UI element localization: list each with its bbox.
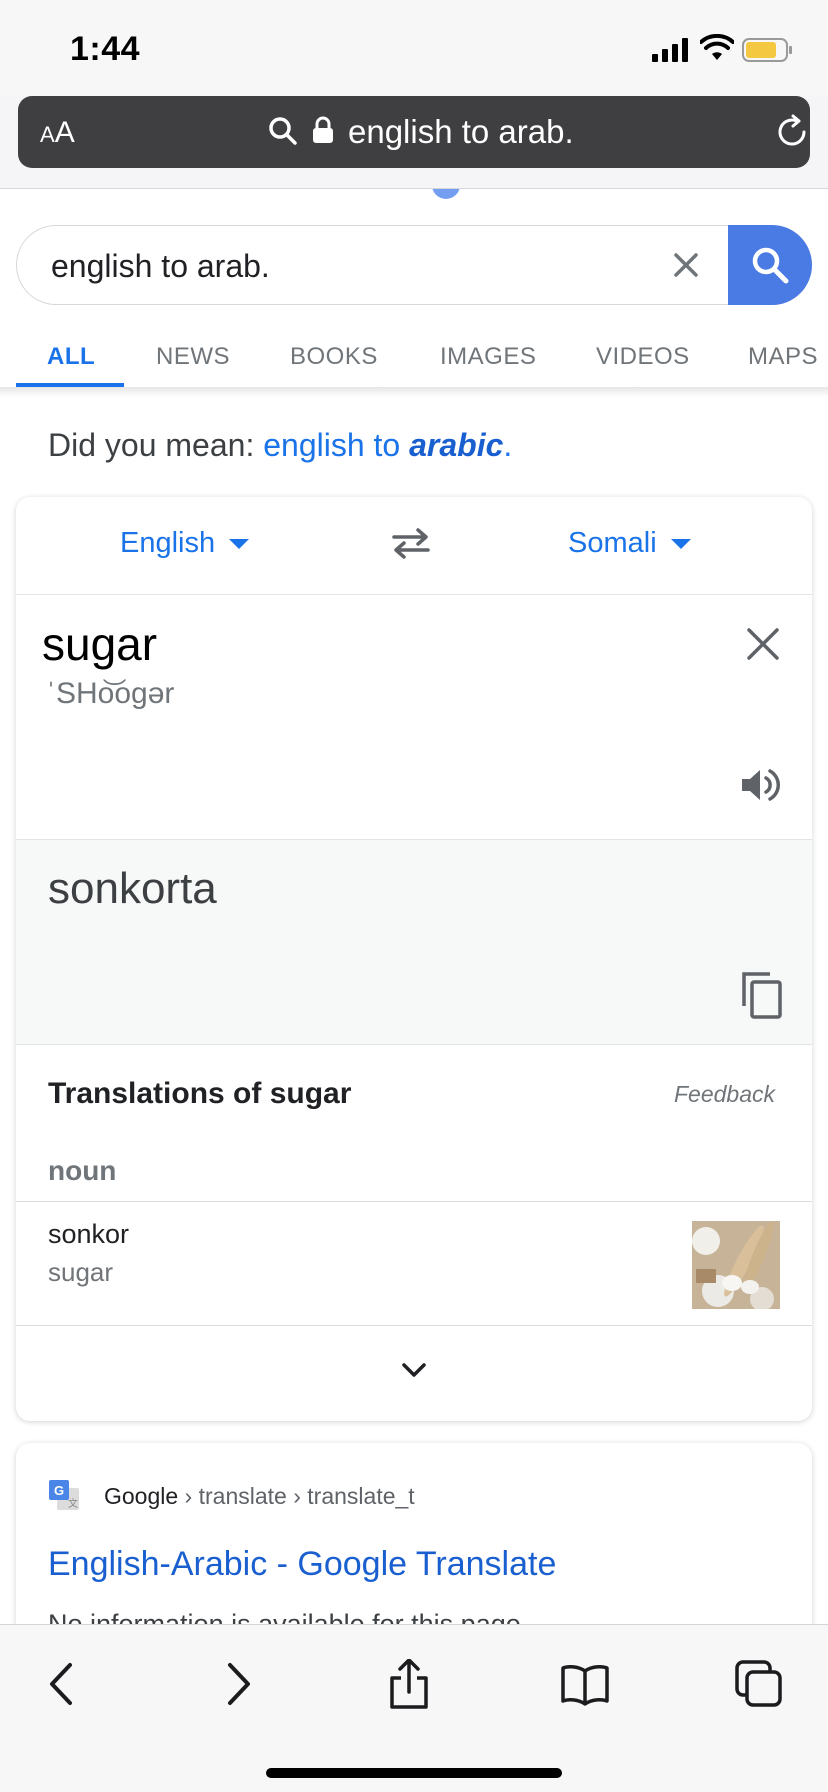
swap-icon[interactable] [390,527,432,559]
search-result-card: G 文 Google › translate › translate_t Eng… [16,1443,812,1624]
breadcrumb-site: Google [104,1483,179,1509]
translation-entry-word: sonkor [48,1219,130,1249]
google-translate-icon: G 文 [49,1480,79,1510]
search-icon [269,117,297,145]
target-language-select[interactable]: Somali [568,527,691,560]
bookmarks-icon[interactable] [560,1659,610,1709]
did-you-mean-link[interactable]: english to arabic. [263,427,512,463]
svg-text:文: 文 [68,1497,78,1510]
source-language-label: English [120,527,216,559]
tab-books[interactable]: BOOKS [290,343,378,371]
back-icon[interactable] [38,1659,88,1709]
home-indicator [266,1768,562,1778]
translations-heading: Translations of sugar [48,1077,351,1111]
divider [16,1325,812,1326]
speaker-icon[interactable] [740,765,784,805]
tab-all[interactable]: ALL [47,343,95,371]
feedback-link[interactable]: Feedback [674,1081,775,1108]
browser-toolbar [0,1624,828,1792]
sugar-image [692,1221,780,1309]
status-time: 1:44 [70,30,141,68]
breadcrumb-path1: translate [198,1483,287,1509]
wifi-icon [700,34,734,60]
source-language-select[interactable]: English [120,527,250,560]
cellular-signal-icon [652,38,688,62]
status-bar: 1:44 [0,0,828,96]
translated-word: sonkorta [48,864,217,913]
part-of-speech: noun [48,1155,117,1186]
share-icon[interactable] [384,1659,434,1709]
url-text[interactable]: english to arab. [348,113,574,151]
reload-icon[interactable] [774,114,810,150]
search-tabs: ALL NEWS BOOKS IMAGES VIDEOS MAPS [0,319,828,387]
did-you-mean-prefix: Did you mean: [48,427,264,463]
language-row: English Somali [16,497,812,595]
close-icon[interactable] [746,627,780,661]
tab-shadow [0,387,828,397]
breadcrumb: Google › translate › translate_t [104,1483,415,1510]
breadcrumb-sep: › [178,1483,199,1509]
scroll-indicator [432,189,460,199]
search-results-page: english to arab. ALL NEWS BOOKS IMAGES V… [0,189,828,1624]
svg-text:G: G [54,1483,64,1498]
tabs-icon[interactable] [734,1659,784,1709]
chevron-down-icon[interactable] [398,1359,430,1381]
copy-icon[interactable] [740,970,784,1020]
lock-icon [313,116,333,143]
tab-images[interactable]: IMAGES [440,343,536,371]
divider [16,1201,812,1202]
source-text-panel: sugar ˈSHo͝ogər [16,595,812,839]
aa-small: A [40,122,55,147]
translation-panel: sonkorta [16,839,812,1045]
search-button[interactable] [728,225,812,305]
search-box[interactable]: english to arab. [16,225,812,305]
phonetic-text: ˈSHo͝ogər [46,677,175,710]
tab-news[interactable]: NEWS [156,343,230,371]
translation-entry-back: sugar [48,1257,114,1287]
sugar-image-thumbnail[interactable] [692,1221,780,1309]
did-you-mean-link-bold: arabic [409,427,504,463]
did-you-mean-suffix: . [503,427,513,463]
search-input[interactable]: english to arab. [51,248,270,285]
translate-card: English Somali sugar ˈSHo͝ogər sonkorta [16,497,812,1421]
caret-down-icon [670,539,691,550]
target-language-label: Somali [568,527,657,559]
reader-text-size-button[interactable]: AA [40,116,75,150]
breadcrumb-sep: › [286,1483,308,1509]
address-bar[interactable]: AA english to arab. [18,96,810,168]
caret-down-icon [229,539,250,550]
result-title-link[interactable]: English-Arabic - Google Translate [48,1545,556,1584]
aa-large: A [54,116,75,149]
tab-videos[interactable]: VIDEOS [596,343,690,371]
translations-heading-word: sugar [269,1077,352,1110]
forward-icon[interactable] [212,1659,262,1709]
did-you-mean-link-plain: english to [263,427,410,463]
breadcrumb-path2: translate_t [307,1483,415,1509]
search-icon [752,247,789,284]
close-icon[interactable] [671,250,701,280]
translations-heading-prefix: Translations of [48,1077,270,1110]
source-word[interactable]: sugar [42,617,157,671]
result-snippet: No information is available for this pag… [48,1609,529,1624]
tab-maps[interactable]: MAPS [748,343,818,371]
battery-icon [742,38,792,62]
did-you-mean: Did you mean: english to arabic. [48,427,512,464]
